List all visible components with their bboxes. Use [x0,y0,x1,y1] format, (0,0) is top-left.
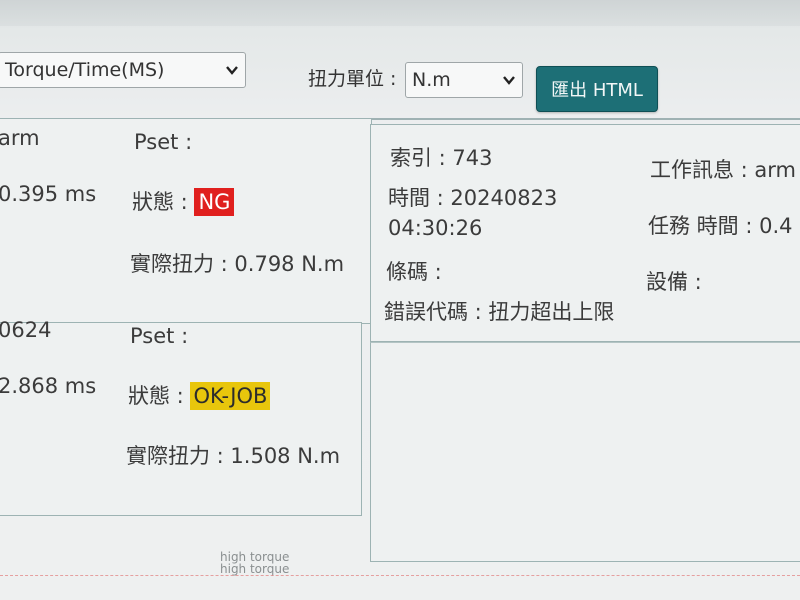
limit-line [0,575,800,577]
record-1-status-label: 狀態 : [132,190,188,214]
record-1-time: 0.395 ms [0,182,97,206]
record-2-pset: Pset : [130,324,189,348]
torque-unit-label: 扭力單位 : [308,68,397,90]
chart-type-select[interactable]: Torque/Time(MS) [0,52,246,88]
detail-time-2: 04:30:26 [388,216,483,240]
detail-barcode: 條碼 : [386,260,442,284]
detail-task-time: 任務 時間 : 0.4 [648,214,793,238]
torque-unit-value: N.m [412,69,451,91]
record-2-torque: 實際扭力 : 1.508 N.m [126,444,341,468]
record-2-status: 狀態 : OK-JOB [128,380,271,410]
status-badge-ok-job: OK-JOB [190,382,271,410]
record-1-status: 狀態 : NG [132,186,235,216]
status-badge-ng: NG [194,188,235,216]
detail-work-info: 工作訊息 : arm [650,158,797,182]
record-1-info: arm [0,126,40,150]
record-1-pset: Pset : [134,130,193,154]
chevron-down-icon [226,66,238,75]
detail-device: 設備 : [646,270,702,294]
detail-time: 時間 : 20240823 [388,186,558,210]
screen: Torque/Time(MS) 扭力單位 : N.m 匯出 HTML arm 0… [0,0,800,600]
chart-hint-2: high torque [220,562,290,576]
record-1-torque: 實際扭力 : 0.798 N.m [130,252,345,276]
record-card-2[interactable] [0,322,362,516]
monitor-bezel [0,0,800,26]
record-2-info: 0624 [0,318,52,342]
chart-type-value: Torque/Time(MS) [5,59,165,81]
record-2-time: 2.868 ms [0,374,97,398]
torque-unit-select[interactable]: N.m [405,62,523,98]
detail-error-code: 錯誤代碼 : 扭力超出上限 [384,300,615,324]
chevron-down-icon [503,76,515,85]
detail-index: 索引 : 743 [390,146,493,170]
empty-card [370,342,800,562]
record-2-status-label: 狀態 : [128,384,184,408]
export-html-button[interactable]: 匯出 HTML [536,66,658,112]
